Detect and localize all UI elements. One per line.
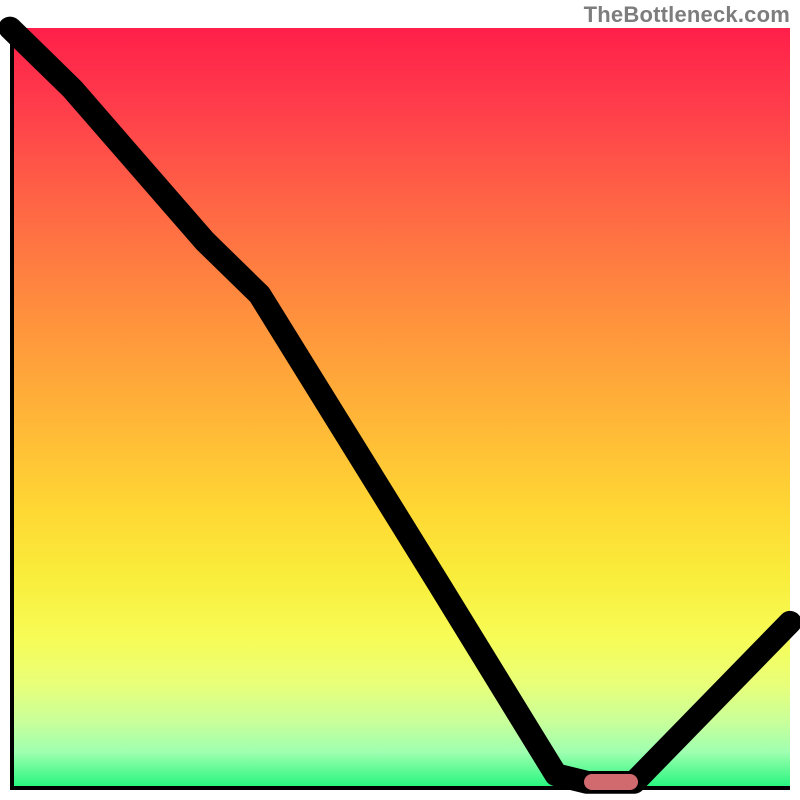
bottleneck-curve-path bbox=[10, 28, 790, 782]
optimal-marker bbox=[584, 774, 638, 790]
chart-container bbox=[10, 28, 790, 790]
attribution-text: TheBottleneck.com bbox=[584, 2, 790, 28]
curve-svg bbox=[10, 28, 790, 790]
